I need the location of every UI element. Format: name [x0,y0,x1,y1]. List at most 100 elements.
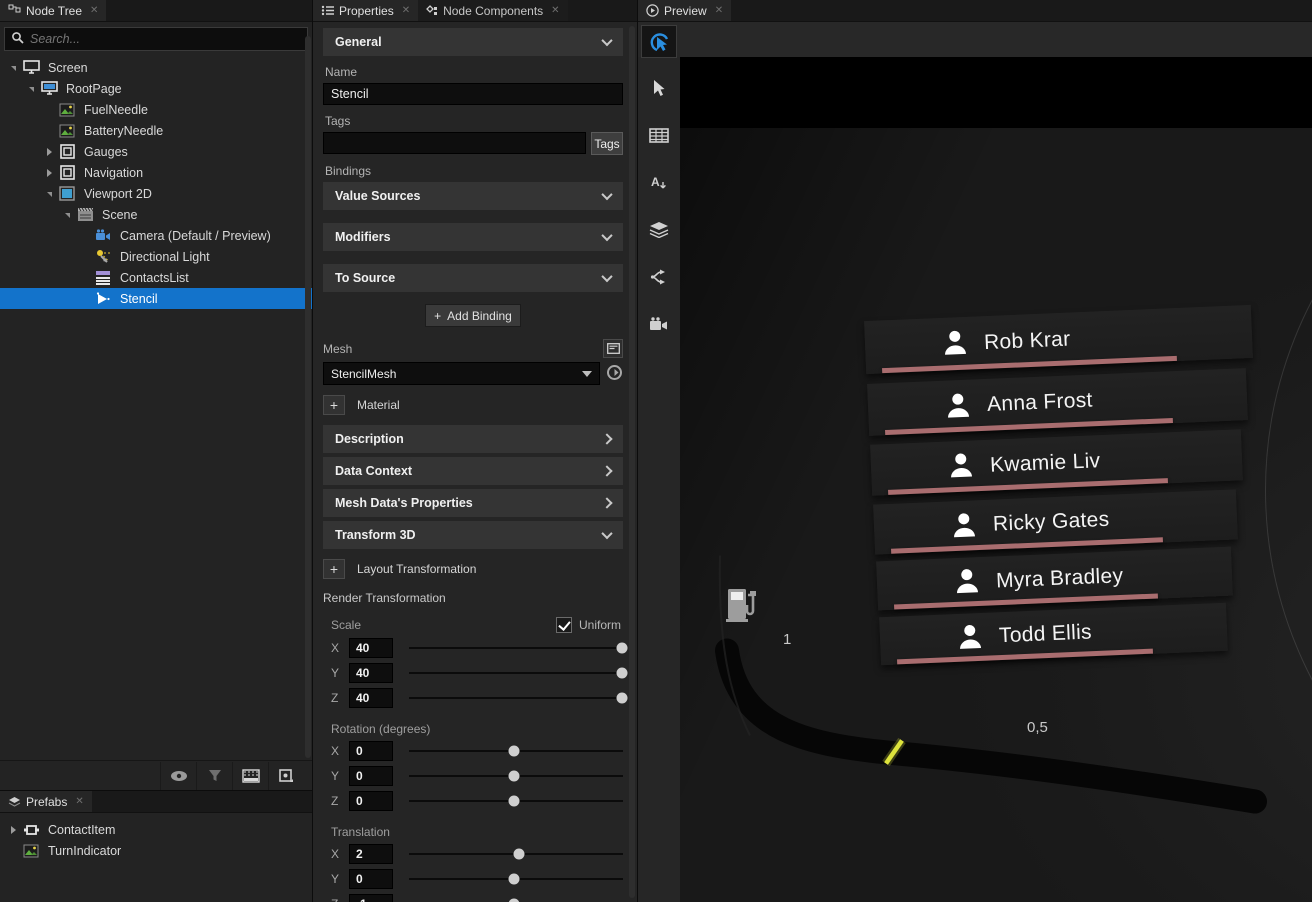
visibility-toggle-button[interactable] [160,762,196,790]
tab-preview[interactable]: Preview ✕ [638,0,731,21]
add-binding-button[interactable]: + Add Binding [425,304,521,327]
checkbox-checked-icon[interactable] [556,617,572,633]
grid-view-button[interactable] [641,119,677,152]
scale-z-input[interactable] [349,688,393,708]
tags-field[interactable] [323,132,586,154]
properties-scrollbar[interactable] [629,26,635,898]
tree-item-camera[interactable]: Camera (Default / Preview) [0,225,312,246]
properties-icon [321,5,334,16]
scale-y-slider[interactable] [409,672,623,674]
tab-node-tree[interactable]: Node Tree ✕ [0,0,106,21]
close-icon[interactable]: ✕ [75,796,83,807]
expander-open-icon[interactable] [29,87,34,92]
tree-item-scene[interactable]: Scene [0,204,312,225]
section-data-context[interactable]: Data Context [323,457,623,485]
expander-closed-icon[interactable] [47,148,52,156]
select-mode-button[interactable] [641,72,677,105]
person-icon [955,621,984,653]
section-value-sources[interactable]: Value Sources [323,182,623,210]
tags-button[interactable]: Tags [591,132,623,155]
expander-open-icon[interactable] [11,66,16,71]
close-icon[interactable]: ✕ [402,5,410,16]
search-input[interactable] [30,32,301,46]
plus-box-icon[interactable]: + [323,395,345,415]
tree-item-stencil[interactable]: Stencil [0,288,312,309]
translation-x-row: X [323,841,623,866]
revert-icon[interactable] [606,364,623,384]
tree-item-batteryneedle[interactable]: BatteryNeedle [0,120,312,141]
layers-button[interactable] [641,213,677,246]
gauge-half-label: 0,5 [1027,719,1048,736]
rotation-x-input[interactable] [349,741,393,761]
rotation-x-slider[interactable] [409,750,623,752]
scale-y-input[interactable] [349,663,393,683]
text-tool-button[interactable]: A [641,166,677,199]
filter-button[interactable] [196,762,232,790]
kanzi-studio-window: Node Tree ✕ Screen Root [0,0,1312,902]
node-tree-toolbar [0,760,312,790]
tree-item-navigation[interactable]: Navigation [0,162,312,183]
name-field[interactable] [323,83,623,105]
export-view-button[interactable] [268,762,304,790]
translation-y-slider[interactable] [409,878,623,880]
rotation-y-input[interactable] [349,766,393,786]
close-icon[interactable]: ✕ [90,5,98,16]
tree-item-gauges[interactable]: Gauges [0,141,312,162]
tab-node-components[interactable]: Node Components ✕ [418,0,567,21]
tree-item-screen[interactable]: Screen [0,57,312,78]
connections-button[interactable] [641,260,677,293]
chevron-down-icon [601,35,612,46]
rotation-z-row: Z [323,788,623,813]
camera-tool-button[interactable] [641,307,677,340]
scale-x-input[interactable] [349,638,393,658]
translation-x-slider[interactable] [409,853,623,855]
rotation-y-row: Y [323,763,623,788]
section-to-source[interactable]: To Source [323,264,623,292]
expander-closed-icon[interactable] [47,169,52,177]
plus-box-icon[interactable]: + [323,559,345,579]
section-mesh-data-properties[interactable]: Mesh Data's Properties [323,489,623,517]
mesh-panel-icon[interactable] [603,339,623,358]
tree-item-fuelneedle[interactable]: FuelNeedle [0,99,312,120]
svg-text:A: A [651,175,660,189]
search-icon [11,31,24,47]
uniform-checkbox[interactable]: Uniform [556,617,621,633]
tab-properties[interactable]: Properties ✕ [313,0,418,21]
image-icon [22,843,40,859]
section-description[interactable]: Description [323,425,623,453]
section-general[interactable]: General [323,28,623,56]
tree-item-directional-light[interactable]: Directional Light [0,246,312,267]
section-modifiers[interactable]: Modifiers [323,223,623,251]
preview-viewport[interactable]: 1 0,5 Rob Krar Anna Frost [680,57,1312,902]
expander-closed-icon[interactable] [11,826,16,834]
tree-item-viewport2d[interactable]: Viewport 2D [0,183,312,204]
search-box[interactable] [4,27,308,51]
layout-transformation-expander[interactable]: + Layout Transformation [323,559,623,579]
chevron-right-icon [601,497,612,508]
translation-z-input[interactable] [349,894,393,902]
translation-y-input[interactable] [349,869,393,889]
prefab-item-contactitem[interactable]: ContactItem [0,819,312,840]
scale-x-row: X [323,635,623,660]
scale-x-slider[interactable] [409,647,623,649]
rotation-y-slider[interactable] [409,775,623,777]
tree-item-rootpage[interactable]: RootPage [0,78,312,99]
material-expander[interactable]: + Material [323,395,623,415]
translation-x-input[interactable] [349,844,393,864]
prefab-item-turnindicator[interactable]: TurnIndicator [0,840,312,861]
rotation-z-slider[interactable] [409,800,623,802]
expander-open-icon[interactable] [47,192,52,197]
empty-node-icon [58,144,76,160]
node-tree-scrollbar[interactable] [305,36,311,758]
expander-open-icon[interactable] [65,213,70,218]
scale-z-slider[interactable] [409,697,623,699]
mesh-dropdown[interactable]: StencilMesh [323,362,600,385]
interact-mode-button[interactable] [641,25,677,58]
close-icon[interactable]: ✕ [551,5,559,16]
tab-prefabs[interactable]: Prefabs ✕ [0,791,92,812]
section-transform-3d[interactable]: Transform 3D [323,521,623,549]
rotation-z-input[interactable] [349,791,393,811]
close-icon[interactable]: ✕ [715,5,723,16]
grid-overlay-button[interactable] [232,762,268,790]
tree-item-contactslist[interactable]: ContactsList [0,267,312,288]
